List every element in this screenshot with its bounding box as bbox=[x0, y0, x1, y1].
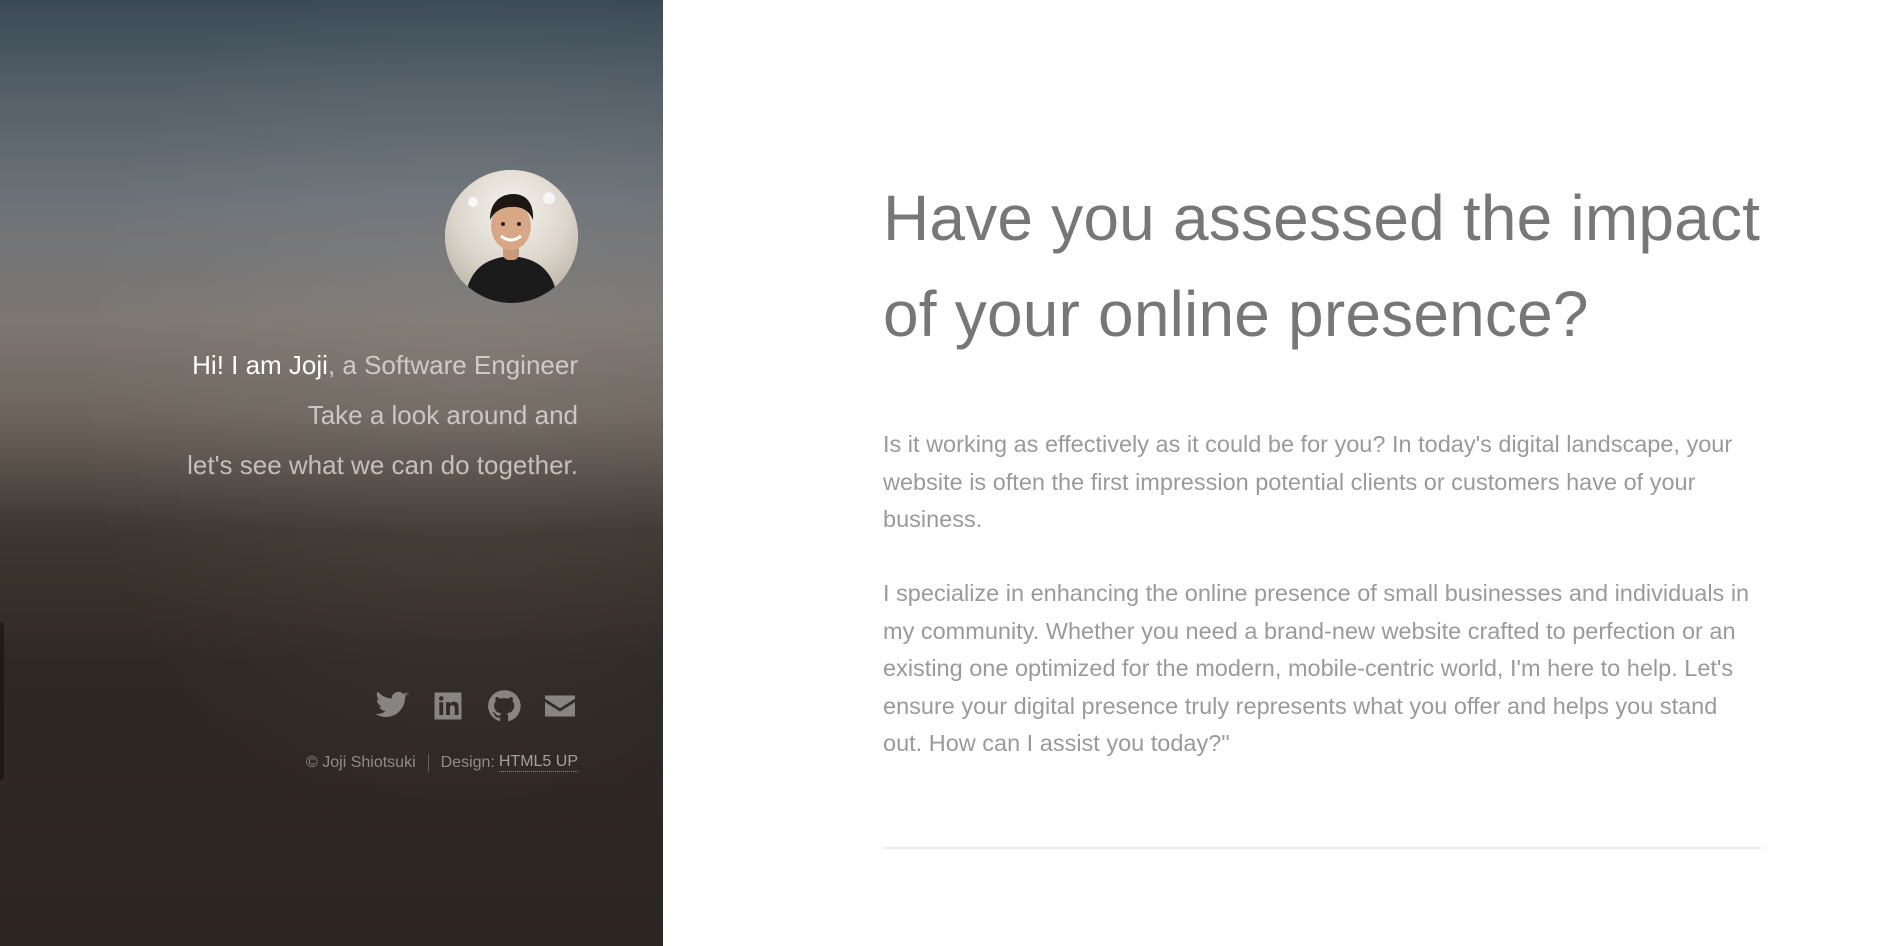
intro-role: , a Software Engineer bbox=[327, 350, 578, 380]
services-paragraph: I specialize in enhancing the online pre… bbox=[883, 580, 1750, 756]
twitter-icon[interactable] bbox=[374, 688, 410, 724]
intro-line-1: Hi! I am Joji, a Software Engineer bbox=[58, 340, 578, 390]
design-label: Design: bbox=[440, 753, 495, 771]
intro-line-2: Take a look around and bbox=[307, 400, 578, 430]
intro-greeting: Hi! I am Joji bbox=[192, 350, 328, 380]
github-icon[interactable] bbox=[486, 688, 522, 724]
main-content: Have you assessed the impact of your onl… bbox=[663, 0, 1898, 946]
avatar bbox=[445, 170, 578, 303]
page-title: Have you assessed the impact of your onl… bbox=[883, 182, 1761, 350]
intro-text: Hi! I am Joji, a Software Engineer Take … bbox=[58, 340, 578, 490]
section-divider bbox=[883, 847, 1761, 849]
intro-paragraph: Is it working as effectively as it could… bbox=[883, 431, 1733, 532]
avatar-portrait bbox=[445, 170, 578, 303]
social-links bbox=[374, 688, 578, 724]
design-credit-link[interactable]: HTML5 UP bbox=[498, 753, 578, 772]
envelope-icon[interactable] bbox=[542, 688, 578, 724]
sidebar-footer: © Joji Shiotsuki Design: HTML5 UP bbox=[306, 753, 578, 772]
intro-line-3: let's see what we can do together. bbox=[187, 450, 578, 480]
sidebar-edge-tab[interactable] bbox=[0, 622, 4, 780]
copyright-text: © Joji Shiotsuki bbox=[306, 753, 416, 771]
sidebar: Hi! I am Joji, a Software Engineer Take … bbox=[0, 0, 663, 946]
linkedin-icon[interactable] bbox=[430, 688, 466, 724]
page: Hi! I am Joji, a Software Engineer Take … bbox=[0, 0, 1898, 946]
footer-divider bbox=[427, 753, 429, 772]
